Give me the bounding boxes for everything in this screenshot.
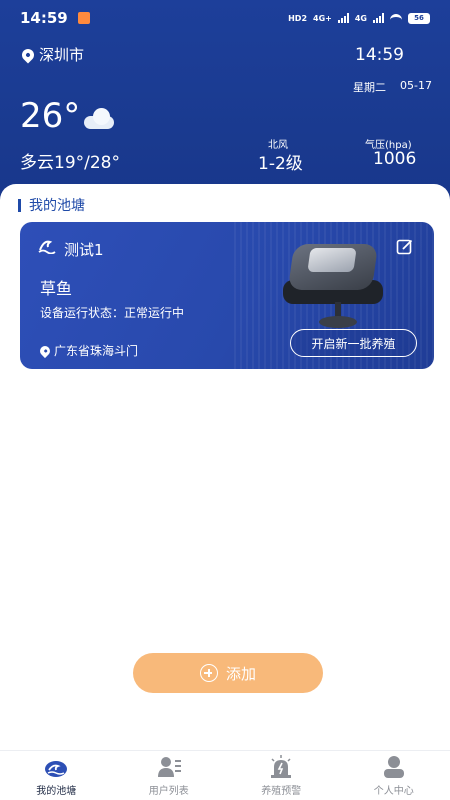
tab-label: 用户列表 [148,785,189,797]
section-title-bar [18,198,21,212]
fish-type: 草鱼 [40,279,73,298]
add-button[interactable]: 添加 [133,653,323,693]
add-button-label: 添加 [225,664,256,683]
user-list-icon [157,756,181,777]
signal-icon-2 [373,13,384,23]
date-line: 星期二 05-17 [353,79,432,95]
start-new-batch-button[interactable]: 开启新一批养殖 [290,329,417,357]
section-title-text: 我的池塘 [29,198,85,214]
wifi-icon [390,13,402,23]
network-label-1: 4G+ [313,13,332,23]
tab-label: 个人中心 [373,785,414,797]
temperature: 26° [20,96,81,136]
status-bar: 14:59 HD2 4G+ 4G 56 [0,0,450,36]
device-status: 设备运行状态：正常运行中 [40,306,185,320]
edit-icon[interactable] [396,238,414,256]
tab-label: 养殖预警 [261,785,302,797]
pond-icon [45,760,68,777]
wind-value: 1-2级 [258,154,303,174]
location-label: 深圳市 [39,46,85,64]
pond-address-text: 广东省珠海斗门 [54,344,139,358]
location-pin-icon [19,46,37,63]
tab-my-pond[interactable]: 我的池塘 [0,751,113,800]
tab-profile[interactable]: 个人中心 [338,751,450,800]
tab-label: 我的池塘 [36,785,77,797]
device-image [275,240,385,330]
plus-circle-icon [199,664,218,682]
tab-bar: 我的池塘 用户列表 养殖预警 个人中心 [0,750,450,800]
pond-address: 广东省珠海斗门 [37,342,139,359]
battery-icon: 56 [408,12,430,24]
pond-name: 测试1 [64,241,104,259]
network-label-2: 4G [354,13,367,23]
date: 05-17 [400,79,432,92]
pond-card[interactable]: 测试1 草鱼 设备运行状态：正常运行中 广东省珠海斗门 开启新一批养殖 [20,222,434,369]
tab-alarm[interactable]: 养殖预警 [225,751,338,800]
status-time: 14:59 [20,9,68,27]
cloud-icon [84,108,118,130]
notification-icon [77,12,90,24]
alarm-icon [271,754,292,778]
location[interactable]: 深圳市 [19,44,85,65]
wave-icon [38,240,56,254]
weekday: 星期二 [353,81,387,94]
section-title: 我的池塘 [18,195,85,215]
signal-icon [337,13,349,23]
status-indicators: HD2 4G+ 4G 56 [288,12,430,24]
pressure-value: 1006 [373,149,417,169]
person-icon [383,755,404,778]
location-pin-icon [37,343,53,358]
weather-condition: 多云19°/28° [20,153,120,173]
clock: 14:59 [355,45,404,65]
tab-user-list[interactable]: 用户列表 [113,751,226,800]
hd-label: HD2 [288,13,308,23]
